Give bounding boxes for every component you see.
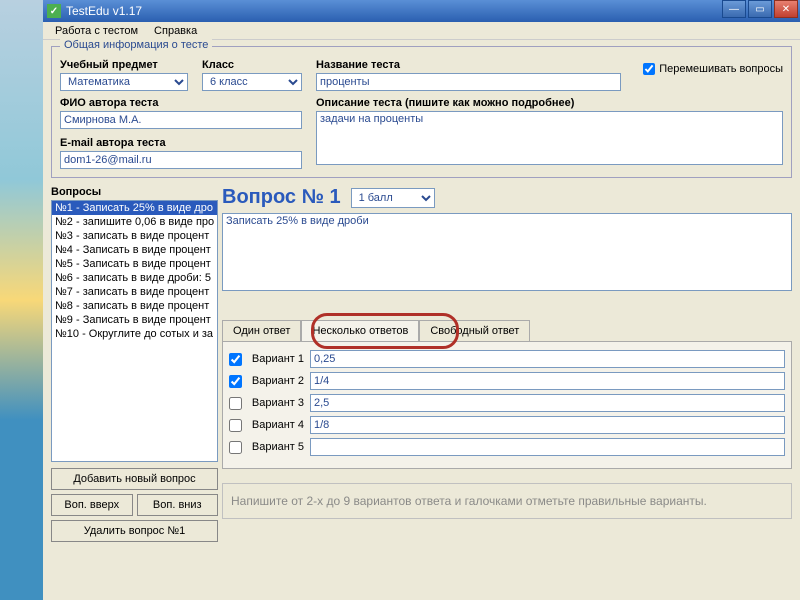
answer-input[interactable]	[310, 372, 785, 390]
answer-checkbox[interactable]	[229, 353, 242, 366]
answer-input[interactable]	[310, 416, 785, 434]
shuffle-label: Перемешивать вопросы	[659, 63, 783, 75]
group-title: Общая информация о тесте	[60, 39, 212, 51]
question-up-button[interactable]: Воп. вверх	[51, 494, 133, 516]
add-question-button[interactable]: Добавить новый вопрос	[51, 468, 218, 490]
testname-input[interactable]	[316, 73, 621, 91]
questions-list[interactable]: №1 - Записать 25% в виде дро №2 - запиши…	[51, 200, 218, 462]
answer-label: Вариант 2	[248, 375, 304, 387]
app-icon: ✓	[47, 4, 61, 18]
class-label: Класс	[202, 59, 302, 71]
author-input	[60, 111, 302, 129]
class-select[interactable]: 6 класс	[202, 73, 302, 91]
answer-row: Вариант 4	[229, 416, 785, 434]
titlebar: ✓ TestEdu v1.17 — ▭ ✕	[43, 0, 800, 22]
close-button[interactable]: ✕	[774, 0, 798, 18]
answer-label: Вариант 1	[248, 353, 304, 365]
tab-multiple-answers[interactable]: Несколько ответов	[301, 320, 419, 341]
score-select[interactable]: 1 балл	[351, 188, 435, 208]
window-title: TestEdu v1.17	[66, 4, 142, 18]
answers-panel: Вариант 1 Вариант 2 Вариант 3 Вариант 4 Вари…	[222, 341, 792, 469]
answer-checkbox[interactable]	[229, 419, 242, 432]
desc-label: Описание теста (пишите как можно подробн…	[316, 97, 783, 109]
list-item[interactable]: №4 - Записать в виде процент	[52, 243, 217, 257]
list-item[interactable]: №7 - записать в виде процент	[52, 285, 217, 299]
hint-text: Напишите от 2-х до 9 вариантов ответа и …	[222, 483, 792, 519]
question-title: Вопрос № 1	[222, 186, 341, 209]
email-input	[60, 151, 302, 169]
list-item[interactable]: №2 - запишите 0,06 в виде про	[52, 215, 217, 229]
list-item[interactable]: №5 - Записать в виде процент	[52, 257, 217, 271]
email-label: E-mail автора теста	[60, 137, 302, 149]
list-item[interactable]: №1 - Записать 25% в виде дро	[52, 201, 217, 215]
tab-one-answer[interactable]: Один ответ	[222, 320, 301, 341]
testname-label: Название теста	[316, 59, 621, 71]
list-item[interactable]: №9 - Записать в виде процент	[52, 313, 217, 327]
answer-checkbox[interactable]	[229, 441, 242, 454]
questions-label: Вопросы	[51, 186, 218, 198]
answer-input[interactable]	[310, 350, 785, 368]
shuffle-checkbox[interactable]	[643, 63, 655, 75]
answer-row: Вариант 3	[229, 394, 785, 412]
menubar: Работа с тестом Справка	[43, 22, 800, 40]
minimize-button[interactable]: —	[722, 0, 746, 18]
answer-input[interactable]	[310, 394, 785, 412]
answer-row: Вариант 5	[229, 438, 785, 456]
list-item[interactable]: №3 - записать в виде процент	[52, 229, 217, 243]
list-item[interactable]: №10 - Округлите до сотых и за	[52, 327, 217, 341]
tab-free-answer[interactable]: Свободный ответ	[419, 320, 530, 341]
subject-label: Учебный предмет	[60, 59, 188, 71]
answer-checkbox[interactable]	[229, 375, 242, 388]
desc-textarea[interactable]: задачи на проценты	[316, 111, 783, 165]
subject-select[interactable]: Математика	[60, 73, 188, 91]
question-down-button[interactable]: Воп. вниз	[137, 494, 219, 516]
app-window: ✓ TestEdu v1.17 — ▭ ✕ Работа с тестом Сп…	[43, 0, 800, 600]
delete-question-button[interactable]: Удалить вопрос №1	[51, 520, 218, 542]
answer-label: Вариант 5	[248, 441, 304, 453]
answer-label: Вариант 3	[248, 397, 304, 409]
maximize-button[interactable]: ▭	[748, 0, 772, 18]
menu-help[interactable]: Справка	[146, 23, 205, 39]
menu-work[interactable]: Работа с тестом	[47, 23, 146, 39]
answer-input[interactable]	[310, 438, 785, 456]
answer-type-tabs: Один ответ Несколько ответов Свободный о…	[222, 320, 792, 341]
list-item[interactable]: №6 - записать в виде дроби: 5	[52, 271, 217, 285]
answer-label: Вариант 4	[248, 419, 304, 431]
answer-row: Вариант 1	[229, 350, 785, 368]
answer-checkbox[interactable]	[229, 397, 242, 410]
answer-row: Вариант 2	[229, 372, 785, 390]
question-text[interactable]: Записать 25% в виде дроби	[222, 213, 792, 291]
list-item[interactable]: №8 - записать в виде процент	[52, 299, 217, 313]
author-label: ФИО автора теста	[60, 97, 302, 109]
general-info-group: Общая информация о тесте Учебный предмет…	[51, 46, 792, 178]
